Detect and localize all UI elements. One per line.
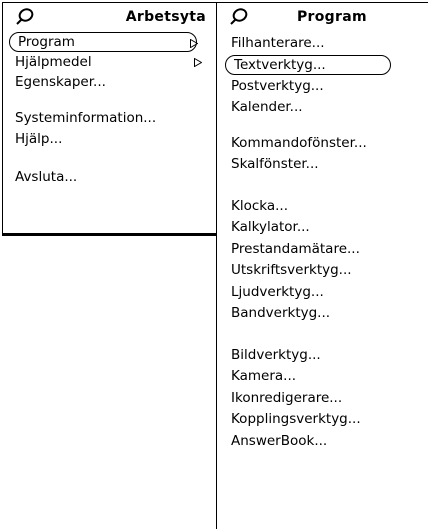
menu-item-systeminformation[interactable]: Systeminformation... <box>15 108 203 128</box>
menu-item-answerbook[interactable]: AnswerBook... <box>231 431 401 451</box>
menu-item-label: Avsluta... <box>15 169 78 185</box>
menu-item-program[interactable]: Program <box>9 32 198 52</box>
pushpin-icon[interactable] <box>229 8 249 26</box>
program-menu: Program Filhanterare... Textverktyg... P… <box>216 2 428 529</box>
menu-item-label: Systeminformation... <box>15 110 157 126</box>
menu-item-bandverktyg[interactable]: Bandverktyg... <box>231 303 401 323</box>
menu-item-utskriftsverktyg[interactable]: Utskriftsverktyg... <box>231 260 401 280</box>
menu-item-label: Skalfönster... <box>231 156 319 172</box>
menu-item-textverktyg[interactable]: Textverktyg... <box>225 55 391 75</box>
menu-item-prestandamatare[interactable]: Prestandamätare... <box>231 239 401 259</box>
menu-item-kalkylator[interactable]: Kalkylator... <box>231 217 401 237</box>
menu-item-label: Prestandamätare... <box>231 241 360 257</box>
submenu-arrow-icon <box>190 39 198 48</box>
menu-item-label: Kalkylator... <box>231 219 310 235</box>
program-menu-header: Program <box>217 3 428 31</box>
menu-item-label: Bandverktyg... <box>231 305 331 321</box>
menu-item-label: Textverktyg... <box>234 57 326 73</box>
pushpin-icon[interactable] <box>15 8 35 26</box>
menu-item-hjalpmedel[interactable]: Hjälpmedel <box>15 52 203 72</box>
menu-item-klocka[interactable]: Klocka... <box>231 196 401 216</box>
program-menu-title: Program <box>297 9 367 25</box>
menu-item-kommandofonster[interactable]: Kommandofönster... <box>231 133 401 153</box>
menu-item-label: Bildverktyg... <box>231 347 321 363</box>
workspace-menu-title: Arbetsyta <box>125 9 206 25</box>
menu-item-label: Utskriftsverktyg... <box>231 262 352 278</box>
menu-item-label: Postverktyg... <box>231 78 324 94</box>
menu-item-hjalp[interactable]: Hjälp... <box>15 129 203 149</box>
menu-item-egenskaper[interactable]: Egenskaper... <box>15 72 203 92</box>
menu-item-postverktyg[interactable]: Postverktyg... <box>231 76 401 96</box>
menu-item-skalfonster[interactable]: Skalfönster... <box>231 154 401 174</box>
menu-item-filhanterare[interactable]: Filhanterare... <box>231 33 401 53</box>
menu-item-label: Kopplingsverktyg... <box>231 411 361 427</box>
menu-item-label: Kommandofönster... <box>231 135 367 151</box>
menu-item-label: Hjälpmedel <box>15 54 92 70</box>
menu-item-label: Ljudverktyg... <box>231 284 324 300</box>
menu-item-label: Kalender... <box>231 99 303 115</box>
workspace-menu-header: Arbetsyta <box>3 3 224 31</box>
menu-item-label: AnswerBook... <box>231 433 328 449</box>
menu-item-label: Egenskaper... <box>15 74 106 90</box>
menu-item-ljudverktyg[interactable]: Ljudverktyg... <box>231 282 401 302</box>
menu-item-bildverktyg[interactable]: Bildverktyg... <box>231 345 401 365</box>
menu-item-label: Program <box>18 34 75 50</box>
menu-item-ikonredigerare[interactable]: Ikonredigerare... <box>231 388 401 408</box>
menu-item-label: Hjälp... <box>15 131 63 147</box>
menu-item-label: Klocka... <box>231 198 289 214</box>
menu-item-label: Kamera... <box>231 368 297 384</box>
menu-item-label: Filhanterare... <box>231 35 325 51</box>
menu-item-kalender[interactable]: Kalender... <box>231 97 401 117</box>
submenu-arrow-icon <box>194 58 202 67</box>
menu-item-label: Ikonredigerare... <box>231 390 343 406</box>
menu-item-avsluta[interactable]: Avsluta... <box>15 167 203 187</box>
menu-item-kopplingsverktyg[interactable]: Kopplingsverktyg... <box>231 409 401 429</box>
menu-item-kamera[interactable]: Kamera... <box>231 366 401 386</box>
workspace-menu: Arbetsyta Program Hjälpmedel Egenskaper.… <box>2 2 227 236</box>
